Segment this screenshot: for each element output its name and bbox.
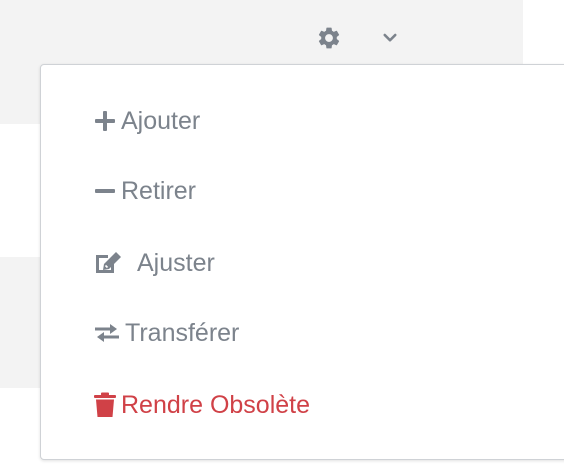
minus-icon — [93, 179, 117, 203]
trash-icon — [93, 392, 117, 418]
gear-icon — [318, 27, 340, 49]
settings-button[interactable] — [315, 24, 343, 52]
screen: Ajouter Retirer Ajuster Transférer Rendr… — [0, 0, 564, 472]
menu-item-label: Ajuster — [137, 248, 215, 277]
menu-item-label: Transférer — [125, 318, 240, 347]
menu-item-transferer[interactable]: Transférer — [93, 313, 239, 353]
chevron-down-icon — [383, 33, 397, 42]
menu-item-label: Rendre Obsolète — [121, 390, 311, 419]
menu-item-rendre-obsolete[interactable]: Rendre Obsolète — [93, 385, 310, 425]
menu-item-label: Retirer — [121, 176, 197, 205]
transfer-icon — [93, 321, 121, 345]
menu-item-retirer[interactable]: Retirer — [93, 171, 196, 211]
plus-icon — [93, 109, 117, 133]
actions-dropdown-menu: Ajouter Retirer Ajuster Transférer Rendr… — [40, 64, 564, 460]
menu-item-label: Ajouter — [121, 106, 201, 135]
menu-item-ajuster[interactable]: Ajuster — [93, 243, 215, 283]
menu-item-ajouter[interactable]: Ajouter — [93, 101, 200, 141]
menu-toggle-button[interactable] — [378, 26, 402, 50]
edit-icon — [93, 250, 123, 276]
